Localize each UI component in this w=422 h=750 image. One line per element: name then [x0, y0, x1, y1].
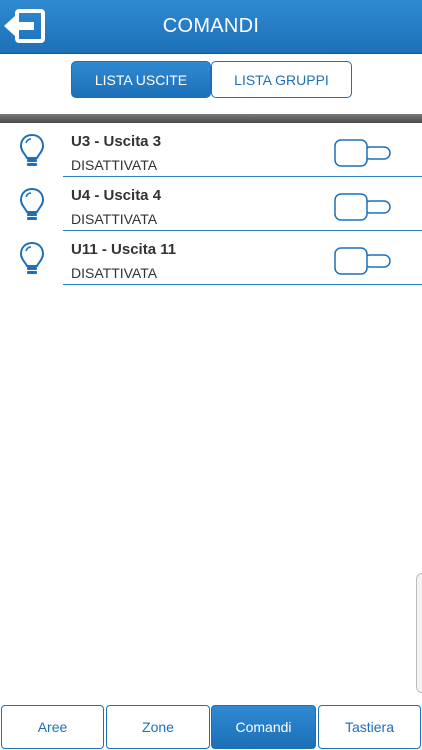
output-name: U4 - Uscita 4: [71, 187, 162, 204]
bottom-tab-bar: Aree Zone Comandi Tastiera: [0, 701, 422, 750]
light-bulb-icon: [19, 187, 45, 220]
tab-zone[interactable]: Zone: [106, 705, 210, 749]
output-toggle[interactable]: [334, 193, 392, 221]
output-state: DISATTIVATA: [71, 265, 158, 281]
tab-tastiera[interactable]: Tastiera: [318, 705, 421, 749]
output-state: DISATTIVATA: [71, 211, 158, 227]
tab-comandi[interactable]: Comandi: [211, 705, 316, 749]
tab-aree[interactable]: Aree: [1, 705, 104, 749]
page-title: COMANDI: [162, 15, 260, 37]
output-toggle[interactable]: [334, 139, 392, 167]
output-toggle[interactable]: [334, 247, 392, 275]
light-bulb-icon: [19, 241, 45, 274]
commands-screen: COMANDI LISTA USCITE LISTA GRUPPI U3 - U…: [0, 0, 422, 750]
app-header: COMANDI: [0, 0, 422, 54]
tab-lista-gruppi[interactable]: LISTA GRUPPI: [211, 61, 352, 98]
output-name: U11 - Uscita 11: [71, 241, 177, 258]
light-bulb-icon: [19, 133, 45, 166]
section-divider: [0, 114, 422, 123]
tab-lista-uscite[interactable]: LISTA USCITE: [71, 61, 211, 98]
output-state: DISATTIVATA: [71, 157, 158, 173]
list-item: U11 - Uscita 11 DISATTIVATA: [0, 231, 422, 285]
output-name: U3 - Uscita 3: [71, 133, 162, 150]
list-item: U4 - Uscita 4 DISATTIVATA: [0, 177, 422, 231]
row-divider: [63, 284, 422, 285]
outputs-list: U3 - Uscita 3 DISATTIVATA U4 - Uscita 4 …: [0, 123, 422, 285]
list-item: U3 - Uscita 3 DISATTIVATA: [0, 123, 422, 177]
scroll-handle[interactable]: [416, 573, 422, 693]
